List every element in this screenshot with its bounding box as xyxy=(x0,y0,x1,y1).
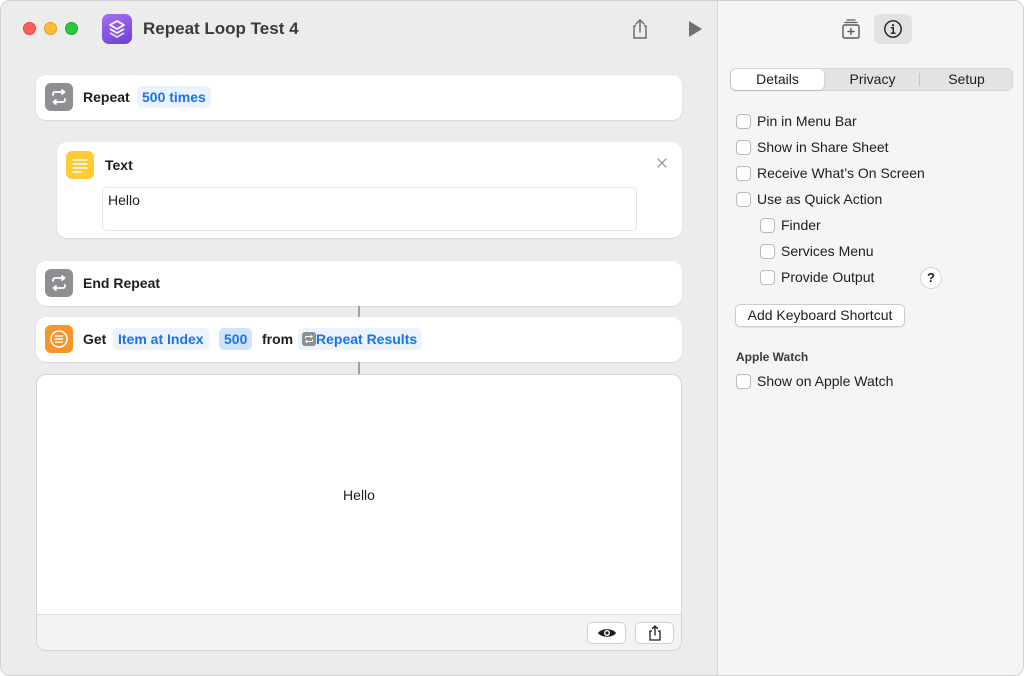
repeat-icon xyxy=(45,269,73,297)
inspector-pane: Details Privacy Setup Pin in Menu Bar Sh… xyxy=(717,1,1023,675)
result-share-button[interactable] xyxy=(635,622,674,644)
option-label: Receive What’s On Screen xyxy=(757,165,925,181)
window-title: Repeat Loop Test 4 xyxy=(143,19,299,38)
tab-details[interactable]: Details xyxy=(731,69,824,90)
text-action[interactable]: Text Hello xyxy=(57,142,682,238)
repeat-icon xyxy=(45,83,73,111)
end-repeat-action[interactable]: End Repeat xyxy=(36,261,682,306)
repeat-results-label: Repeat Results xyxy=(316,331,418,347)
editor-pane: Repeat Loop Test 4 Repeat 500 times Text… xyxy=(1,1,717,675)
add-library-button[interactable] xyxy=(832,14,870,44)
flow-connector xyxy=(358,306,360,317)
run-button[interactable] xyxy=(683,17,707,41)
repeat-results-token[interactable]: Repeat Results xyxy=(298,328,423,350)
add-library-icon xyxy=(842,19,860,39)
result-toolbar xyxy=(37,614,681,650)
checkbox[interactable] xyxy=(760,270,775,285)
index-token[interactable]: 500 xyxy=(219,328,253,350)
close-icon[interactable] xyxy=(656,157,668,169)
flow-connector xyxy=(358,362,360,374)
checkbox[interactable] xyxy=(736,374,751,389)
window-zoom-button[interactable] xyxy=(65,22,78,35)
play-icon xyxy=(689,21,702,37)
get-label: Get xyxy=(83,331,107,347)
window-close-button[interactable] xyxy=(23,22,36,35)
quick-look-button[interactable] xyxy=(587,622,626,644)
share-button[interactable] xyxy=(628,17,652,41)
inspector-tabs: Details Privacy Setup xyxy=(730,68,1013,91)
get-item-action[interactable]: Get Item at Index 500 from Repeat Result… xyxy=(36,317,682,362)
option-label: Show on Apple Watch xyxy=(757,373,894,389)
repeat-label: Repeat xyxy=(83,89,130,105)
text-input[interactable]: Hello xyxy=(102,187,637,231)
checkbox[interactable] xyxy=(736,192,751,207)
list-icon xyxy=(45,325,73,353)
item-at-index-token[interactable]: Item at Index xyxy=(113,328,209,350)
checkbox[interactable] xyxy=(736,114,751,129)
option-label: Provide Output xyxy=(781,269,875,285)
repeat-action[interactable]: Repeat 500 times xyxy=(36,75,682,120)
share-icon xyxy=(648,625,661,641)
share-icon xyxy=(633,19,647,39)
option-label: Use as Quick Action xyxy=(757,191,883,207)
window-minimize-button[interactable] xyxy=(44,22,57,35)
shortcut-editor-window: Repeat Loop Test 4 Repeat 500 times Text… xyxy=(0,0,1024,676)
end-repeat-label: End Repeat xyxy=(83,275,161,291)
option-label: Finder xyxy=(781,217,821,233)
text-action-label: Text xyxy=(105,157,133,173)
checkbox[interactable] xyxy=(736,166,751,181)
eye-icon xyxy=(597,629,616,637)
help-button[interactable]: ? xyxy=(920,267,942,289)
checkbox[interactable] xyxy=(736,140,751,155)
result-preview: Hello xyxy=(36,374,682,651)
info-icon xyxy=(884,20,902,38)
info-button[interactable] xyxy=(874,14,912,44)
option-label: Pin in Menu Bar xyxy=(757,113,857,129)
checkbox[interactable] xyxy=(760,218,775,233)
repeat-icon xyxy=(302,332,316,346)
add-keyboard-shortcut-button[interactable]: Add Keyboard Shortcut xyxy=(735,304,905,327)
apple-watch-heading: Apple Watch xyxy=(736,350,809,364)
result-text: Hello xyxy=(343,487,375,503)
option-label: Services Menu xyxy=(781,243,874,259)
text-lines-icon xyxy=(66,151,94,179)
tab-privacy[interactable]: Privacy xyxy=(826,69,919,90)
option-label: Show in Share Sheet xyxy=(757,139,889,155)
option-provide-output[interactable]: Provide Output ? xyxy=(760,267,950,289)
repeat-count-token[interactable]: 500 times xyxy=(137,86,211,108)
tab-setup[interactable]: Setup xyxy=(920,69,1013,90)
shortcuts-app-icon xyxy=(102,14,132,44)
checkbox[interactable] xyxy=(760,244,775,259)
from-label: from xyxy=(262,331,294,347)
